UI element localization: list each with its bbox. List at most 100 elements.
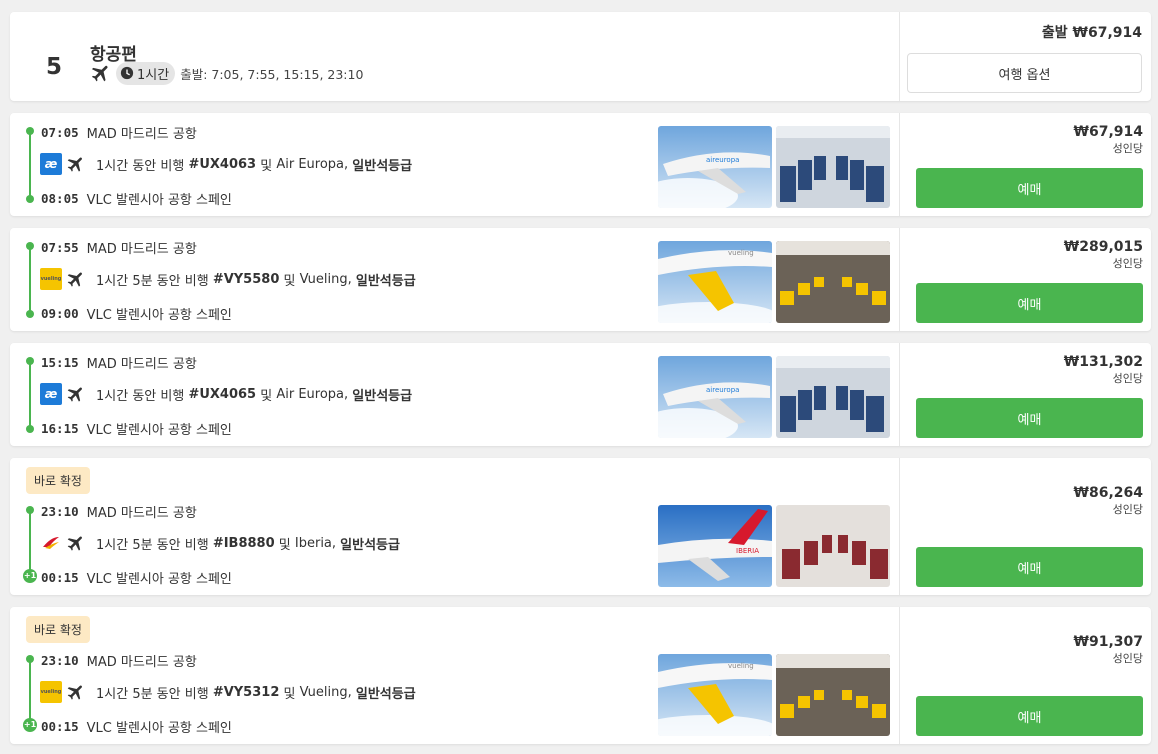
flight-number: #IB8880 [212, 535, 275, 551]
departure-row: 23:10 MAD 마드리드 공항 [41, 502, 197, 521]
aircraft-exterior-photo[interactable]: aireuropa [658, 356, 772, 438]
airline-name: Iberia, [294, 535, 337, 551]
arrival-row: 16:15 VLC 발렌시아 공항 스페인 [41, 419, 232, 438]
next-day-indicator: +1 [23, 718, 37, 732]
flight-info: vueling 1시간 5분 동안 비행 #VY5580 및 Vueling, … [40, 268, 416, 290]
book-button[interactable]: 예매 [916, 398, 1143, 438]
price-panel: ₩86,264 성인당 예매 [899, 458, 1151, 595]
air-europa-logo: æ [40, 383, 62, 405]
arrival-time: 00:15 [41, 570, 79, 585]
plane-icon [66, 269, 86, 289]
conjunction: 및 [260, 388, 273, 404]
price-box: ₩67,914 성인당 [1074, 124, 1143, 156]
arrival-row: 09:00 VLC 발렌시아 공항 스페인 [41, 304, 232, 323]
price-panel: ₩131,302 성인당 예매 [899, 343, 1151, 446]
plane-icon [90, 62, 112, 84]
flight-number: #VY5580 [212, 271, 280, 287]
airline-name: Vueling, [299, 684, 352, 700]
price-box: ₩86,264 성인당 [1074, 485, 1143, 517]
flight-duration: 1시간 동안 비행 [96, 388, 185, 404]
duration-text: 1시간 [137, 67, 170, 83]
airline-name: Air Europa, [276, 156, 349, 172]
arrival-time: 16:15 [41, 421, 79, 436]
aircraft-exterior-photo[interactable]: aireuropa [658, 126, 772, 208]
route-timeline [24, 242, 36, 318]
flight-card: 07:05 MAD 마드리드 공항 æ 1시간 동안 비행 #UX4063 및 … [10, 113, 1151, 216]
flight-number: #UX4063 [188, 156, 257, 172]
price: ₩67,914 [1073, 124, 1143, 140]
route-timeline [24, 357, 36, 433]
cabin-class: 일반석등급 [340, 537, 400, 553]
svg-text:vueling: vueling [728, 249, 754, 257]
route-timeline [24, 127, 36, 203]
flight-card: 15:15 MAD 마드리드 공항 æ 1시간 동안 비행 #UX4065 및 … [10, 343, 1151, 446]
departure-time: 23:10 [41, 653, 79, 668]
per-adult-label: 성인당 [1112, 652, 1143, 665]
price-panel: ₩289,015 성인당 예매 [899, 228, 1151, 331]
cabin-interior-photo[interactable] [776, 126, 890, 208]
book-button[interactable]: 예매 [916, 547, 1143, 587]
svg-text:vueling: vueling [728, 662, 754, 670]
aircraft-exterior-photo[interactable]: IBERIA [658, 505, 772, 587]
arrival-airport: VLC 발렌시아 공항 스페인 [86, 572, 232, 587]
book-button[interactable]: 예매 [916, 696, 1143, 736]
cabin-interior-photo[interactable] [776, 356, 890, 438]
flight-card: 바로 확정 +1 23:10 MAD 마드리드 공항 vueling 1시간 5… [10, 607, 1151, 744]
plane-icon [66, 533, 86, 553]
iberia-logo [40, 532, 62, 554]
next-day-indicator: +1 [23, 569, 37, 583]
aircraft-exterior-photo[interactable]: vueling [658, 654, 772, 736]
route-timeline: +1 [23, 655, 37, 732]
from-price: 출발 ₩67,914 [1041, 25, 1142, 41]
departure-time: 07:55 [41, 240, 79, 255]
departure-row: 15:15 MAD 마드리드 공항 [41, 353, 197, 372]
price: ₩91,307 [1073, 634, 1143, 650]
svg-text:aireuropa: aireuropa [706, 156, 739, 164]
price: ₩289,015 [1063, 239, 1143, 255]
departure-times: 출발: 7:05, 7:55, 15:15, 23:10 [180, 66, 364, 82]
conjunction: 및 [283, 273, 296, 289]
cabin-class: 일반석등급 [355, 686, 416, 702]
airline-name: Air Europa, [276, 386, 349, 402]
flight-duration: 1시간 동안 비행 [96, 158, 185, 174]
arrival-row: 00:15 VLC 발렌시아 공항 스페인 [41, 568, 232, 587]
departure-time: 15:15 [41, 355, 79, 370]
arrival-airport: VLC 발렌시아 공항 스페인 [86, 193, 232, 208]
flight-info: æ 1시간 동안 비행 #UX4063 및 Air Europa, 일반석등급 [40, 153, 412, 175]
flight-card: 바로 확정 +1 23:10 MAD 마드리드 공항 1시간 5분 동안 비행 … [10, 458, 1151, 595]
vueling-logo: vueling [40, 681, 62, 703]
flight-number: #UX4065 [188, 386, 257, 402]
arrival-time: 09:00 [41, 306, 79, 321]
plane-icon [66, 154, 86, 174]
departure-airport: MAD 마드리드 공항 [86, 127, 197, 142]
cabin-class: 일반석등급 [352, 388, 413, 404]
travel-options-button[interactable]: 여행 옵션 [907, 53, 1142, 93]
conjunction: 및 [283, 686, 296, 702]
svg-text:aireuropa: aireuropa [706, 386, 739, 394]
plane-icon [66, 384, 86, 404]
price: ₩86,264 [1073, 485, 1143, 501]
departure-airport: MAD 마드리드 공항 [86, 357, 197, 372]
flight-duration: 1시간 5분 동안 비행 [96, 273, 209, 289]
per-adult-label: 성인당 [1112, 503, 1143, 516]
results-header-card: 5 항공편 1시간 출발: 7:05, 7:55, 15:15, 23:10 출… [10, 12, 1151, 101]
conjunction: 및 [260, 158, 273, 174]
flight-info: 1시간 5분 동안 비행 #IB8880 및 Iberia, 일반석등급 [40, 532, 400, 554]
arrival-airport: VLC 발렌시아 공항 스페인 [86, 423, 232, 438]
price-box: ₩131,302 성인당 [1064, 354, 1143, 386]
book-button[interactable]: 예매 [916, 283, 1143, 323]
arrival-time: 08:05 [41, 191, 79, 206]
airline-name: Vueling, [299, 271, 352, 287]
cabin-class: 일반석등급 [352, 158, 413, 174]
cabin-interior-photo[interactable] [776, 654, 890, 736]
departure-airport: MAD 마드리드 공항 [86, 655, 197, 670]
aircraft-exterior-photo[interactable]: vueling [658, 241, 772, 323]
plane-icon [66, 682, 86, 702]
book-button[interactable]: 예매 [916, 168, 1143, 208]
cabin-interior-photo[interactable] [776, 505, 890, 587]
flight-card: 07:55 MAD 마드리드 공항 vueling 1시간 5분 동안 비행 #… [10, 228, 1151, 331]
arrival-airport: VLC 발렌시아 공항 스페인 [86, 721, 232, 736]
flight-duration: 1시간 5분 동안 비행 [96, 537, 209, 553]
per-adult-label: 성인당 [1112, 257, 1143, 270]
cabin-interior-photo[interactable] [776, 241, 890, 323]
